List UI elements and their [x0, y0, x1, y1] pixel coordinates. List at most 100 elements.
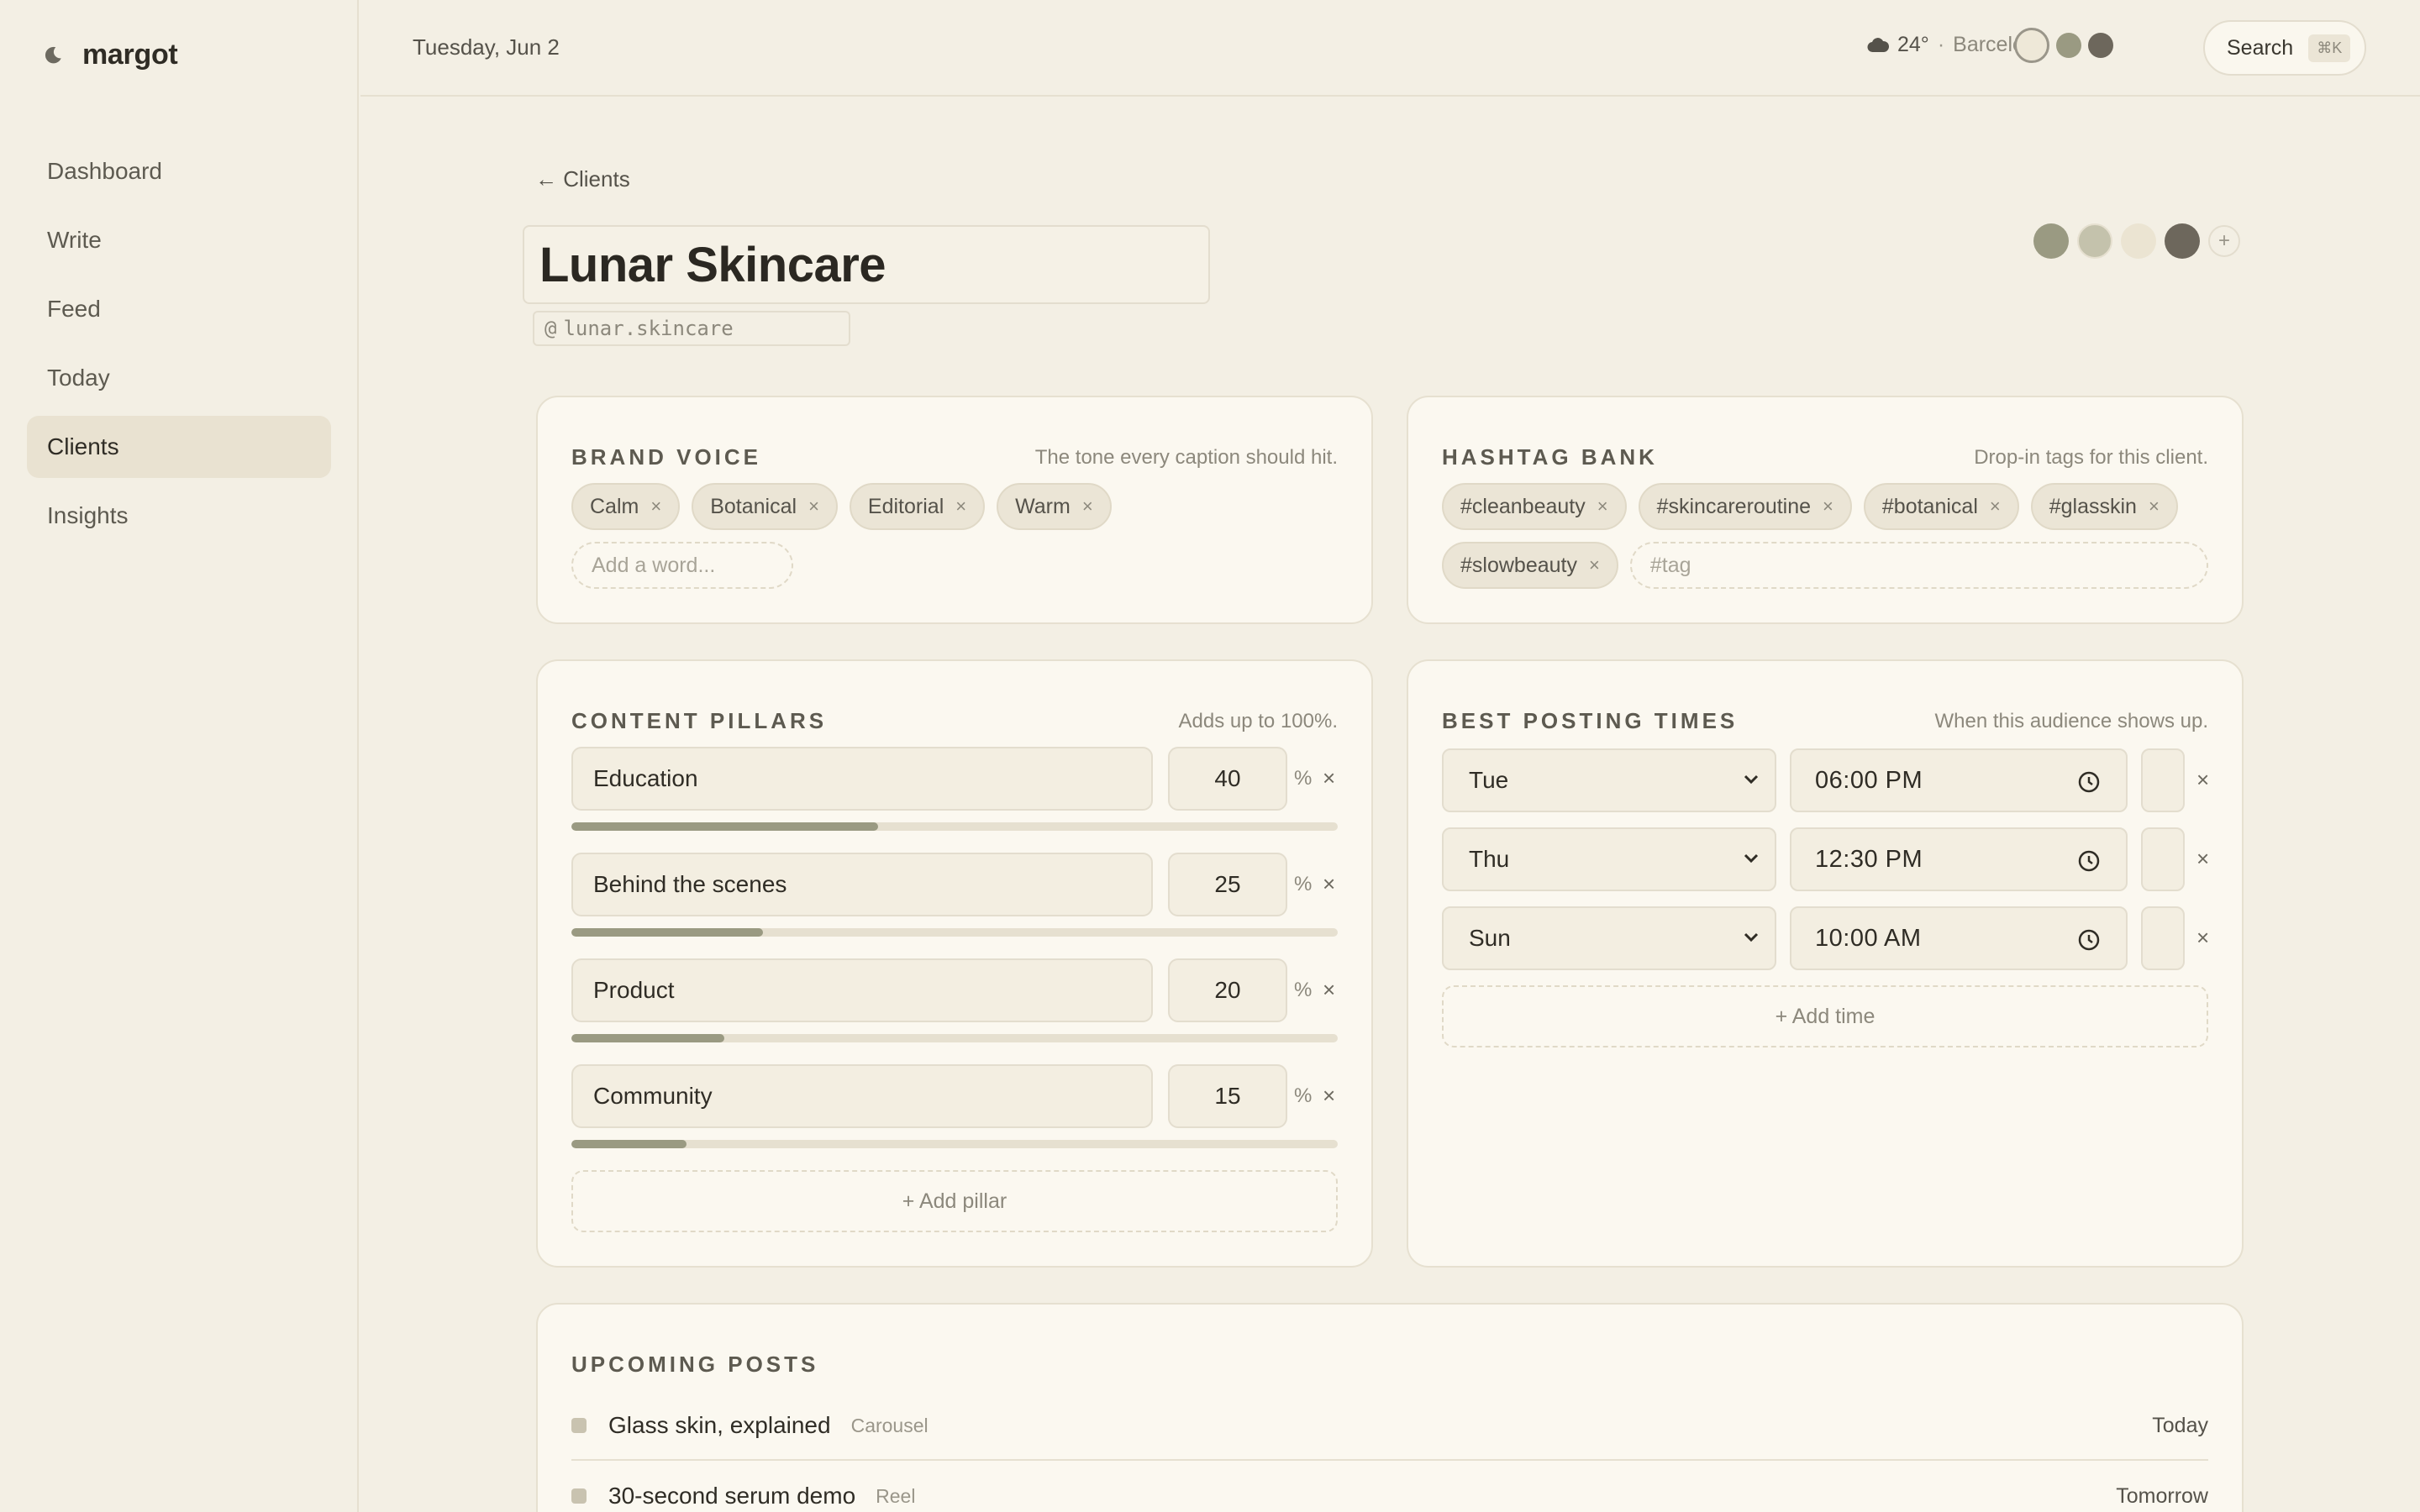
posting-slot-extra[interactable]: [2141, 827, 2185, 891]
add-time-button[interactable]: + Add time: [1442, 985, 2208, 1047]
post-title: Glass skin, explained: [608, 1412, 831, 1438]
client-handle-input[interactable]: @ lunar.skincare: [533, 311, 850, 346]
client-name-input[interactable]: Lunar Skincare: [523, 225, 1210, 304]
handle-value: lunar.skincare: [563, 317, 734, 340]
day-value: Sun: [1469, 925, 1511, 951]
search-shortcut: ⌘K: [2308, 34, 2351, 62]
clock-icon[interactable]: [2077, 770, 2101, 794]
post-row[interactable]: Glass skin, explained Carousel Today: [571, 1390, 2208, 1461]
back-to-clients-link[interactable]: ← Clients: [535, 166, 630, 192]
post-status-marker: [571, 1488, 587, 1504]
hashtag-tag: #cleanbeauty ×: [1442, 483, 1627, 530]
remove-tag-button[interactable]: ×: [808, 496, 819, 517]
sidebar-item-dashboard[interactable]: Dashboard: [27, 140, 331, 202]
remove-tag-button[interactable]: ×: [1082, 496, 1093, 517]
logo[interactable]: margot: [42, 39, 178, 71]
post-row[interactable]: 30-second serum demo Reel Tomorrow: [571, 1461, 2208, 1512]
pillar-row: Education 40 % ×: [571, 747, 1338, 839]
search-button[interactable]: Search ⌘K: [2203, 20, 2366, 76]
palette-swatch-4[interactable]: [2165, 223, 2200, 259]
pillar-percent-input[interactable]: 40: [1168, 747, 1287, 811]
pillar-progress-fill: [571, 1140, 687, 1148]
clock-icon[interactable]: [2077, 849, 2101, 873]
day-select[interactable]: Sun: [1442, 906, 1776, 970]
post-status-marker: [571, 1418, 587, 1433]
hashtag-tag: #skincareroutine ×: [1638, 483, 1852, 530]
palette-swatch-3[interactable]: [2121, 223, 2156, 259]
time-input[interactable]: 10:00 AM: [1790, 906, 2128, 970]
remove-tag-button[interactable]: ×: [650, 496, 661, 517]
tag-label: Warm: [1015, 494, 1071, 518]
posting-time-row: Thu 12:30 PM ×: [1442, 827, 2209, 891]
content-pillars-title: CONTENT PILLARS: [571, 708, 828, 733]
time-input[interactable]: 12:30 PM: [1790, 827, 2128, 891]
time-input[interactable]: 06:00 PM: [1790, 748, 2128, 812]
current-date: Tuesday, Jun 2: [413, 34, 560, 60]
pillar-progress-bar: [571, 1034, 1338, 1042]
day-select[interactable]: Tue: [1442, 748, 1776, 812]
sidebar-item-feed[interactable]: Feed: [27, 278, 331, 340]
remove-time-button[interactable]: ×: [2196, 846, 2209, 872]
remove-tag-button[interactable]: ×: [1589, 554, 1600, 576]
time-value: 10:00 AM: [1815, 924, 1922, 952]
pillar-percent-input[interactable]: 25: [1168, 853, 1287, 916]
remove-tag-button[interactable]: ×: [1597, 496, 1608, 517]
pillar-row: Product 20 % ×: [571, 958, 1338, 1051]
remove-tag-button[interactable]: ×: [1823, 496, 1833, 517]
posting-slot-extra[interactable]: [2141, 906, 2185, 970]
pillar-name-input[interactable]: Product: [571, 958, 1153, 1022]
remove-pillar-button[interactable]: ×: [1323, 1083, 1335, 1109]
posting-times-title: BEST POSTING TIMES: [1442, 708, 1739, 733]
remove-time-button[interactable]: ×: [2196, 925, 2209, 951]
posting-slot-extra[interactable]: [2141, 748, 2185, 812]
brand-voice-title: BRAND VOICE: [571, 444, 762, 470]
palette-swatch-2[interactable]: [2077, 223, 2112, 259]
day-select[interactable]: Thu: [1442, 827, 1776, 891]
chevron-down-icon: [1744, 932, 1759, 942]
add-pillar-button[interactable]: + Add pillar: [571, 1170, 1338, 1232]
remove-tag-button[interactable]: ×: [955, 496, 966, 517]
weather-separator: ·: [1937, 33, 1945, 56]
pillar-percent-input[interactable]: 20: [1168, 958, 1287, 1022]
sidebar-item-write[interactable]: Write: [27, 209, 331, 271]
theme-swatch-sage[interactable]: [2056, 33, 2081, 58]
posting-times-card: BEST POSTING TIMES When this audience sh…: [1407, 659, 2244, 1268]
remove-time-button[interactable]: ×: [2196, 767, 2209, 793]
remove-tag-button[interactable]: ×: [2149, 496, 2160, 517]
app-name: margot: [82, 39, 178, 71]
pillar-percent-input[interactable]: 15: [1168, 1064, 1287, 1128]
add-hashtag-input[interactable]: #tag: [1629, 542, 2208, 589]
theme-swatches: [2014, 28, 2113, 63]
remove-pillar-button[interactable]: ×: [1323, 871, 1335, 897]
pillar-name-input[interactable]: Behind the scenes: [571, 853, 1153, 916]
palette-swatch-1[interactable]: [2033, 223, 2069, 259]
tag-label: #slowbeauty: [1460, 553, 1577, 577]
hashtag-tag: #glasskin ×: [2030, 483, 2178, 530]
brand-voice-subtitle: The tone every caption should hit.: [1034, 445, 1338, 469]
sidebar-item-insights[interactable]: Insights: [27, 485, 331, 547]
theme-swatch-dark[interactable]: [2088, 33, 2113, 58]
remove-pillar-button[interactable]: ×: [1323, 765, 1335, 791]
hashtag-bank-card: HASHTAG BANK Drop-in tags for this clien…: [1407, 396, 2244, 624]
pillar-name-input[interactable]: Community: [571, 1064, 1153, 1128]
remove-pillar-button[interactable]: ×: [1323, 977, 1335, 1003]
sidebar-item-today[interactable]: Today: [27, 347, 331, 409]
remove-tag-button[interactable]: ×: [1990, 496, 2001, 517]
sidebar-item-clients[interactable]: Clients: [27, 416, 331, 478]
percent-sign: %: [1294, 767, 1313, 790]
pillar-progress-bar: [571, 822, 1338, 831]
clock-icon[interactable]: [2077, 928, 2101, 952]
add-voice-word-input[interactable]: Add a word...: [571, 542, 793, 589]
tag-label: #botanical: [1881, 494, 1978, 518]
add-palette-color-button[interactable]: +: [2208, 225, 2240, 257]
tag-label: #cleanbeauty: [1460, 494, 1586, 518]
percent-sign: %: [1294, 1084, 1313, 1107]
theme-swatch-light[interactable]: [2014, 28, 2049, 63]
post-date: Today: [2152, 1413, 2208, 1437]
post-type: Carousel: [850, 1414, 929, 1436]
tag-label: Botanical: [710, 494, 797, 518]
tag-label: #glasskin: [2049, 494, 2137, 518]
moon-icon: [45, 46, 61, 63]
pillar-name-input[interactable]: Education: [571, 747, 1153, 811]
pillar-row: Behind the scenes 25 % ×: [571, 853, 1338, 945]
